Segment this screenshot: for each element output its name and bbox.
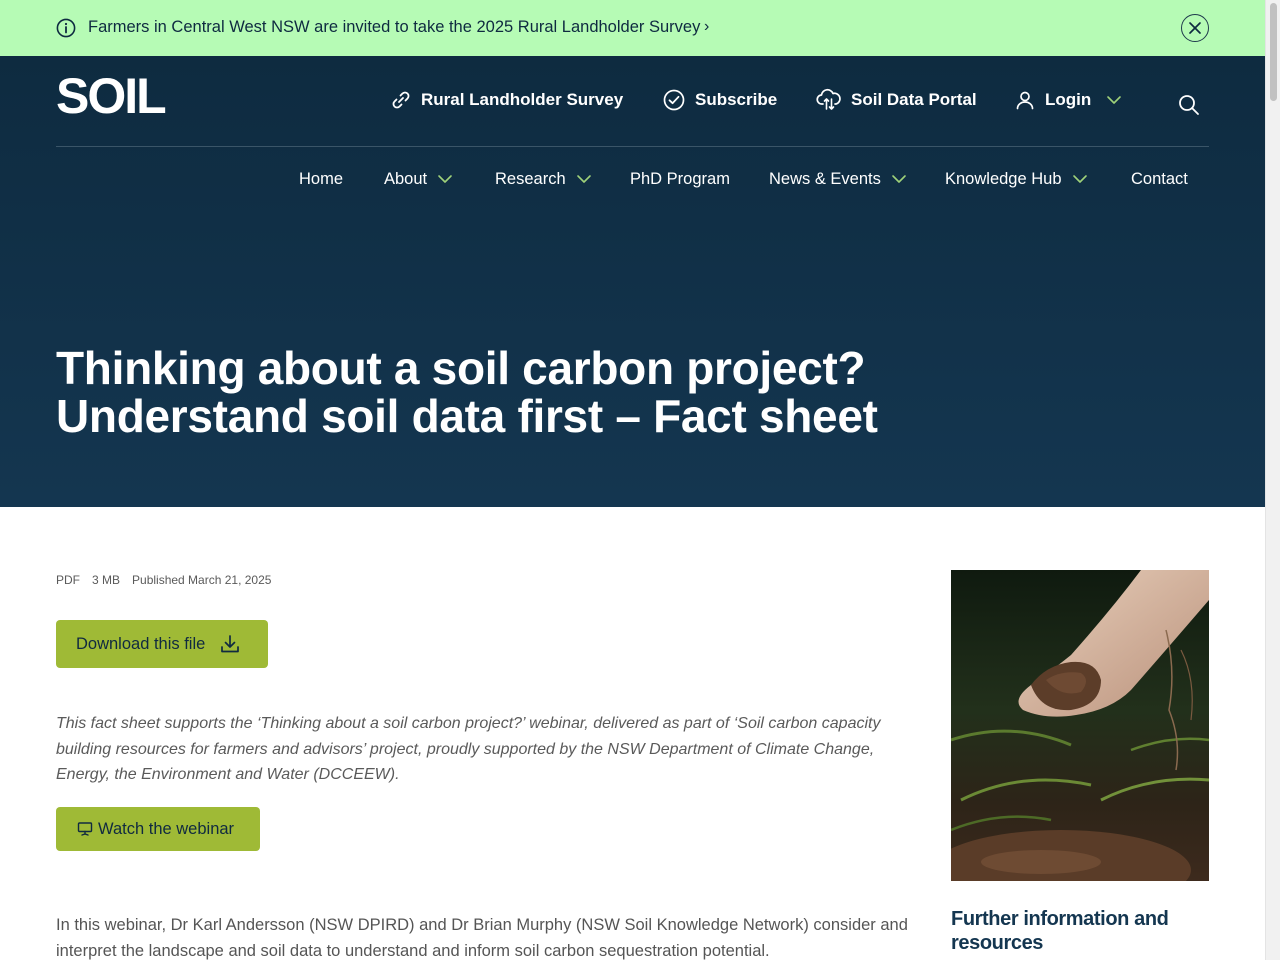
utility-link-rural-landholder-survey[interactable]: Rural Landholder Survey [390, 86, 623, 114]
nav-item-label: Home [299, 169, 344, 188]
download-icon [221, 635, 240, 653]
webinar-button-label: Watch the webinar [98, 819, 235, 838]
close-announcement-button[interactable] [1181, 14, 1209, 42]
utility-link-login[interactable]: Login [1014, 86, 1122, 114]
nav-item-phd-program[interactable]: PhD Program [630, 168, 730, 190]
nav-item-label: Contact [1131, 169, 1188, 188]
page-title-line: Understand soil data first – Fact sheet [56, 390, 878, 442]
announcement-link[interactable]: Farmers in Central West NSW are invited … [88, 18, 700, 37]
file-size: 3 MB [92, 573, 121, 587]
nav-item-label: About [384, 169, 428, 188]
utility-link-subscribe[interactable]: Subscribe [662, 86, 777, 114]
utility-link-soil-data-portal[interactable]: Soil Data Portal [816, 86, 977, 114]
site-logo[interactable]: SOIL CRC [56, 71, 167, 121]
header-divider [56, 146, 1209, 147]
search-icon [1179, 95, 1199, 115]
page: Farmers in Central West NSW are invited … [0, 0, 1265, 960]
close-icon [1189, 22, 1201, 34]
chevron-down-icon [892, 175, 906, 183]
nav-item-research[interactable]: Research [495, 168, 592, 190]
published-date: Published March 21, 2025 [132, 573, 272, 587]
chevron-right-icon: › [704, 18, 710, 35]
nav-item-knowledge-hub[interactable]: Knowledge Hub [945, 168, 1088, 190]
announcement-bar: Farmers in Central West NSW are invited … [0, 0, 1265, 56]
nav-item-about[interactable]: About [384, 168, 453, 190]
search-button[interactable] [1176, 92, 1202, 118]
site-header: SOIL CRC Rural Landholder Survey Subscri… [0, 56, 1265, 507]
body-paragraph: In this webinar, Dr Karl Andersson (NSW … [56, 916, 908, 960]
logo-wordmark: SOIL [56, 68, 167, 124]
utility-link-label: Soil Data Portal [851, 90, 977, 109]
utility-link-label: Subscribe [695, 90, 778, 109]
presentation-icon [77, 822, 93, 836]
nav-item-contact[interactable]: Contact [1131, 168, 1188, 190]
chevron-down-icon [438, 175, 452, 183]
page-scrollbar[interactable] [1265, 0, 1280, 960]
chevron-down-icon [1072, 175, 1087, 183]
further-info-heading: Further information and resources [951, 908, 1169, 954]
chevron-down-icon [576, 175, 591, 183]
nav-item-home[interactable]: Home [299, 168, 343, 190]
nav-item-news-events[interactable]: News & Events [769, 168, 907, 190]
intro-paragraph: This fact sheet supports the ‘Thinking a… [56, 715, 881, 783]
page-title: Thinking about a soil carbon project? Un… [56, 344, 916, 440]
nav-item-label: PhD Program [630, 169, 730, 188]
file-type: PDF [56, 573, 80, 587]
nav-item-label: Research [495, 169, 566, 188]
scrollbar-thumb[interactable] [1270, 3, 1277, 101]
hand-holding-soil-image [951, 570, 1209, 881]
nav-item-label: Knowledge Hub [945, 169, 1062, 188]
link-icon [392, 91, 410, 109]
chevron-down-icon [1107, 96, 1122, 104]
check-circle-icon [663, 89, 685, 111]
nav-item-label: News & Events [769, 169, 881, 188]
file-meta: PDF 3 MB Published March 21, 2025 [56, 573, 271, 587]
download-file-button[interactable]: Download this file [56, 620, 268, 668]
page-title-line: Thinking about a soil carbon project? [56, 342, 866, 394]
utility-link-label: Rural Landholder Survey [421, 90, 624, 109]
user-icon [1016, 91, 1034, 110]
info-icon [56, 18, 76, 38]
utility-link-label: Login [1045, 90, 1092, 109]
watch-webinar-button[interactable]: Watch the webinar [56, 807, 260, 851]
logo-crc-mark: CRC [178, 76, 202, 116]
download-button-label: Download this file [76, 634, 206, 653]
cloud-transfer-icon [816, 88, 841, 110]
